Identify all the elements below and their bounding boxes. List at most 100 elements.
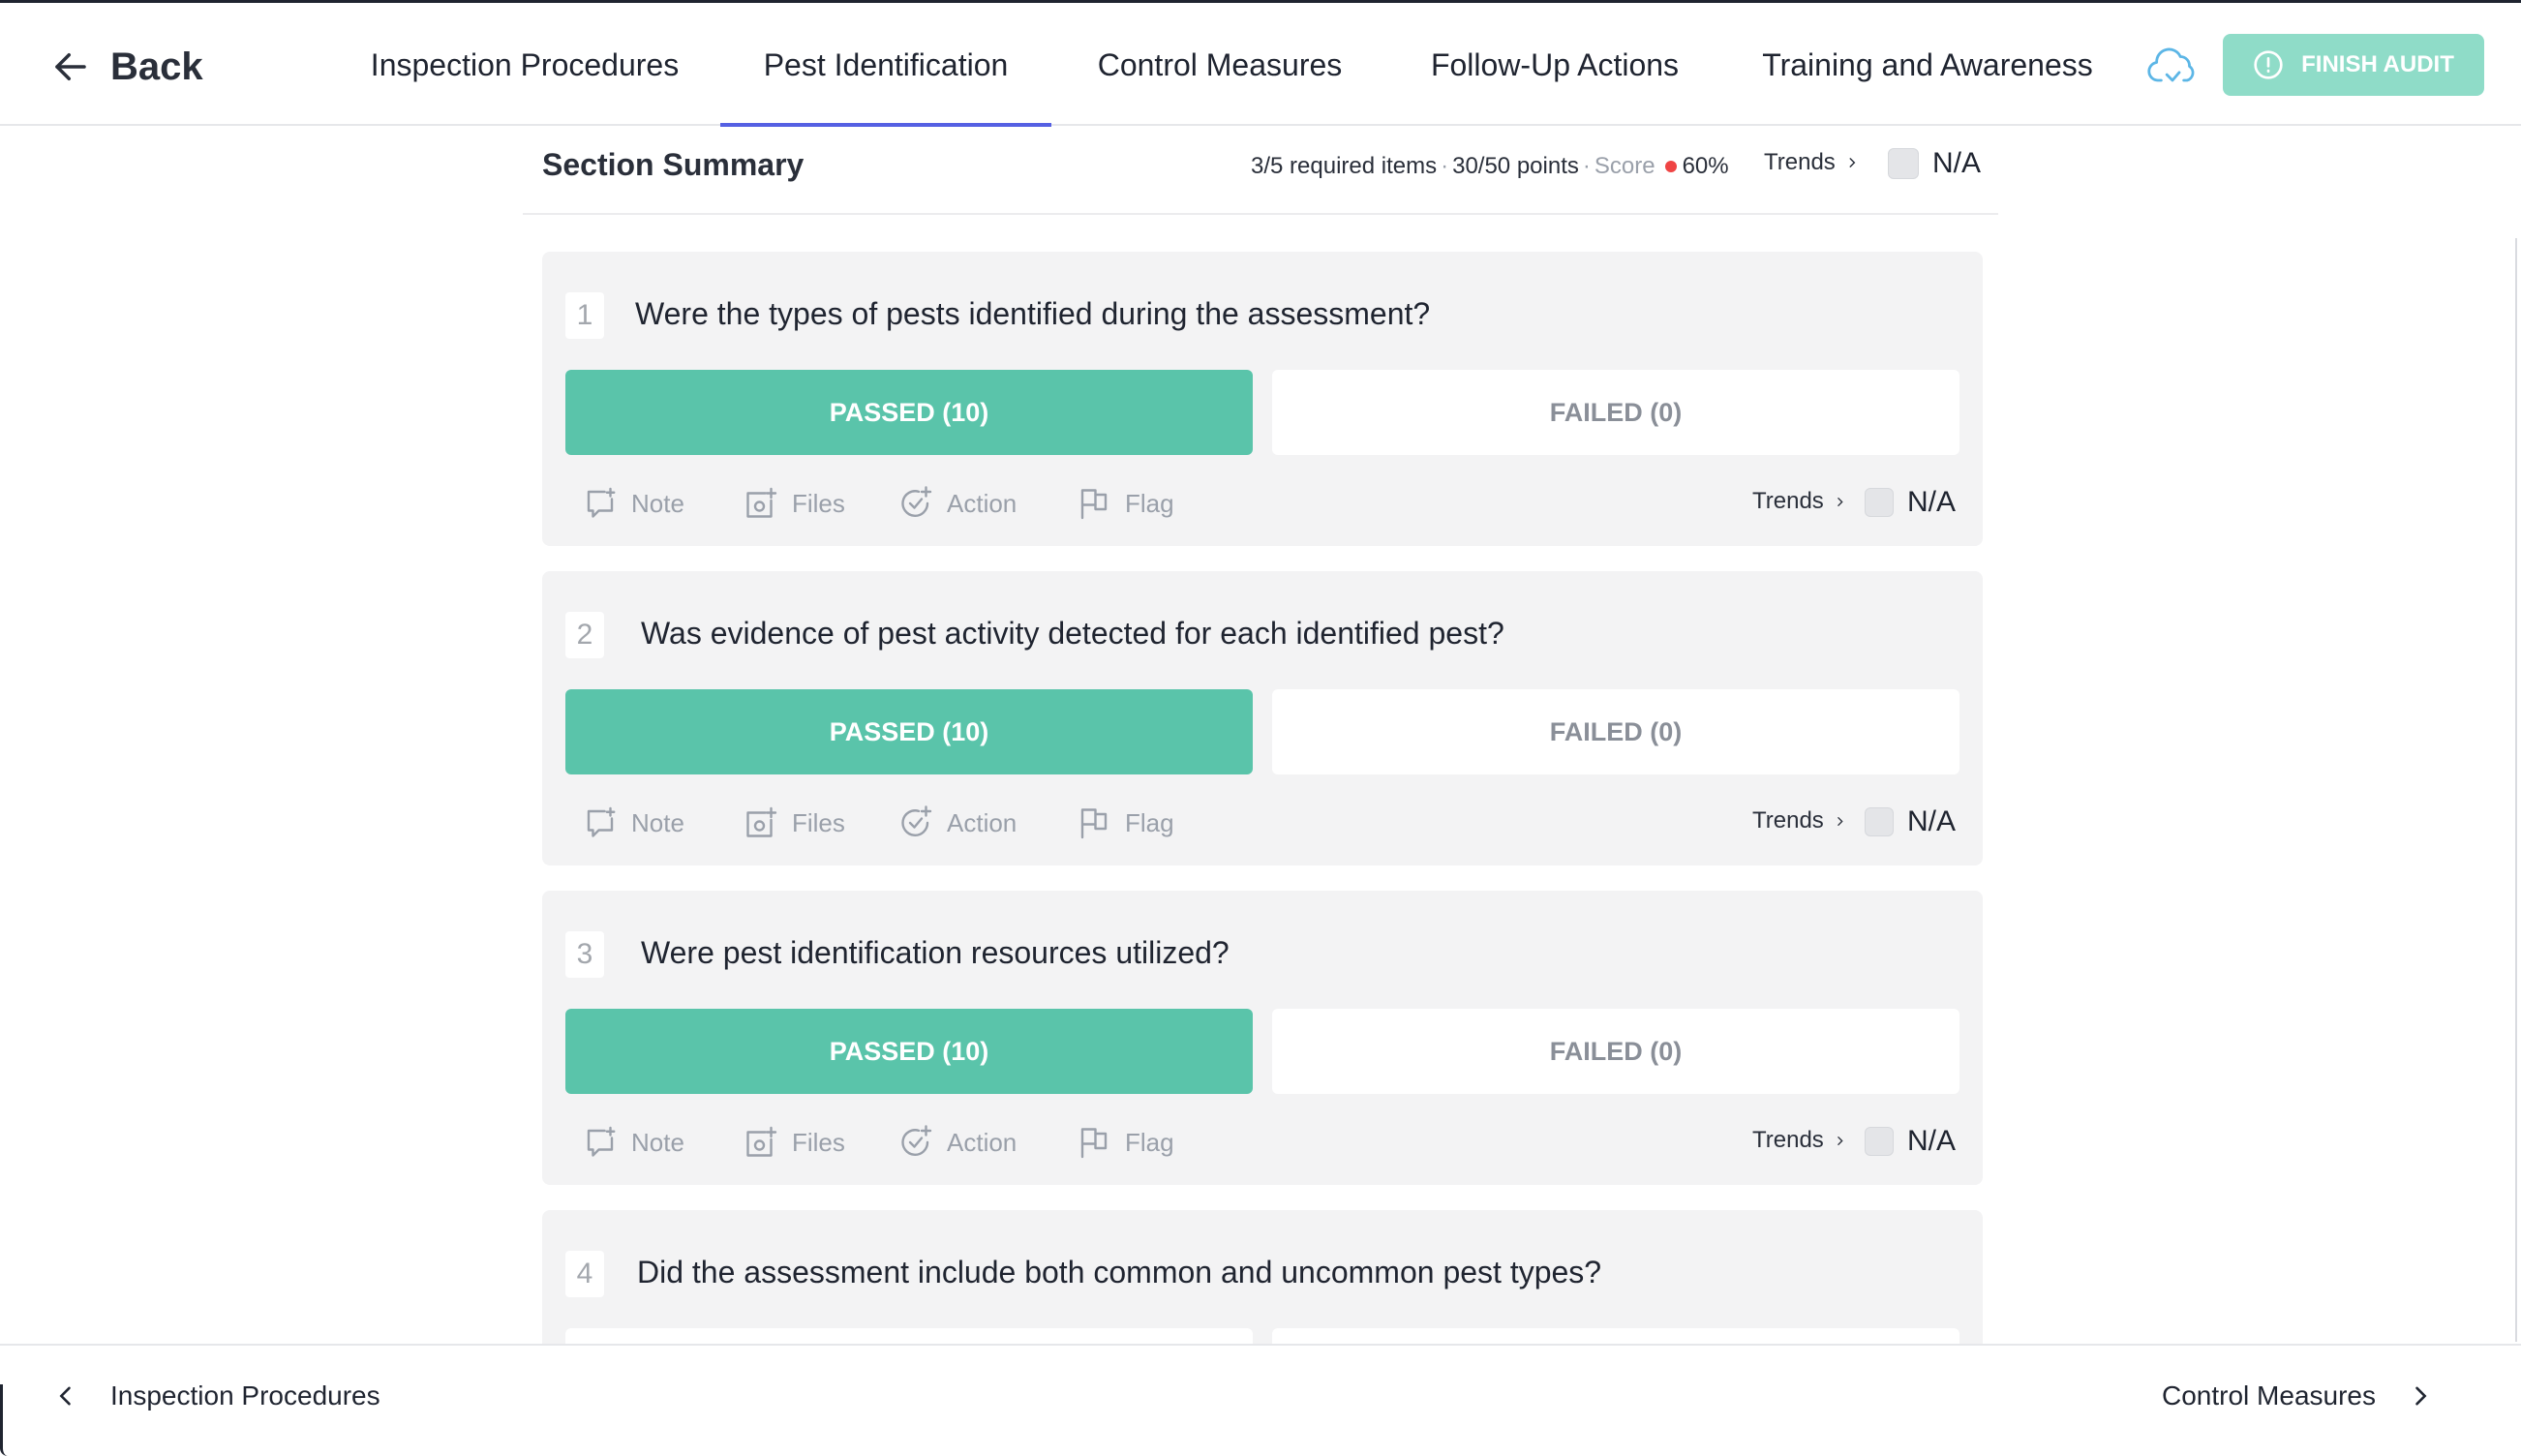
note-button[interactable]: Note (583, 804, 684, 842)
chevron-right-icon (1838, 816, 1843, 826)
na-checkbox[interactable] (1888, 148, 1919, 179)
question-card: 1 Were the types of pests identified dur… (542, 252, 1983, 546)
flag-label: Flag (1125, 1127, 1174, 1157)
trends-link[interactable]: Trends (1752, 807, 1846, 834)
action-button[interactable]: Action (898, 1123, 1017, 1162)
files-button[interactable]: Files (744, 1123, 845, 1162)
next-section-label: Control Measures (2162, 1380, 2376, 1410)
cloud-sync-icon[interactable] (2145, 44, 2200, 90)
na-checkbox[interactable] (1865, 807, 1894, 836)
separator: · (1441, 153, 1449, 179)
na-toggle[interactable]: N/A (1865, 486, 1956, 519)
flag-button[interactable]: Flag (1077, 804, 1174, 842)
failed-button[interactable]: FAILED (0) (1272, 689, 1959, 774)
finish-audit-label: FINISH AUDIT (2301, 51, 2454, 77)
question-text: Were pest identification resources utili… (641, 935, 1230, 970)
action-button[interactable]: Action (898, 484, 1017, 523)
chevron-right-icon (1849, 158, 1856, 167)
question-number: 2 (565, 612, 604, 658)
trends-link[interactable]: Trends (1752, 488, 1846, 515)
trends-label: Trends (1752, 488, 1824, 514)
question-card: 2 Was evidence of pest activity detected… (542, 571, 1983, 865)
scroll-edge (2515, 238, 2521, 1342)
files-button[interactable]: Files (744, 804, 845, 842)
tab-inspection-procedures[interactable]: Inspection Procedures (349, 3, 701, 127)
check-circle-add-icon (901, 1125, 932, 1156)
question-text: Did the assessment include both common a… (637, 1255, 1602, 1289)
next-section-button[interactable]: Control Measures (2162, 1380, 2434, 1411)
arrow-left-icon (55, 53, 86, 80)
na-toggle[interactable]: N/A (1865, 805, 1956, 838)
flag-button[interactable]: Flag (1077, 1123, 1174, 1162)
note-label: Note (631, 488, 684, 518)
action-label: Action (947, 807, 1018, 837)
note-label: Note (631, 807, 684, 837)
question-number: 1 (565, 292, 604, 339)
score-value: 60% (1682, 153, 1729, 179)
previous-section-button[interactable]: Inspection Procedures (52, 1380, 380, 1411)
section-summary: Section Summary 3/5 required items · 30/… (523, 130, 1998, 215)
alert-circle-icon (2254, 50, 2283, 79)
flag-label: Flag (1125, 488, 1174, 518)
na-label: N/A (1932, 147, 1982, 179)
action-button[interactable]: Action (898, 804, 1017, 842)
check-circle-add-icon (901, 486, 932, 517)
camera-add-icon (746, 487, 777, 518)
tab-pest-identification[interactable]: Pest Identification (720, 3, 1051, 127)
files-label: Files (792, 488, 845, 518)
points-total: 30/50 points (1452, 153, 1579, 179)
passed-button[interactable]: PASSED (10) (565, 689, 1253, 774)
flag-icon (1080, 808, 1108, 839)
section-summary-title: Section Summary (542, 147, 805, 182)
summary-na-toggle[interactable]: N/A (1888, 147, 1981, 180)
action-label: Action (947, 488, 1018, 518)
previous-section-label: Inspection Procedures (110, 1380, 380, 1410)
note-add-icon (587, 806, 616, 837)
na-toggle[interactable]: N/A (1865, 1125, 1956, 1158)
question-card: 3 Were pest identification resources uti… (542, 891, 1983, 1185)
action-label: Action (947, 1127, 1018, 1157)
question-text: Was evidence of pest activity detected f… (641, 616, 1504, 651)
finish-audit-button[interactable]: FINISH AUDIT (2223, 34, 2484, 96)
questions-list: 1 Were the types of pests identified dur… (0, 217, 2521, 1346)
window-corner (0, 1384, 8, 1456)
audit-page: Back Inspection Procedures Pest Identifi… (0, 0, 2521, 1456)
flag-button[interactable]: Flag (1077, 484, 1174, 523)
flag-icon (1080, 489, 1108, 520)
failed-button[interactable]: FAILED (0) (1272, 1009, 1959, 1094)
chevron-right-icon (1838, 1136, 1843, 1145)
question-number: 3 (565, 931, 604, 978)
chevron-right-icon (1838, 497, 1843, 506)
na-checkbox[interactable] (1865, 1127, 1894, 1156)
flag-label: Flag (1125, 807, 1174, 837)
note-label: Note (631, 1127, 684, 1157)
files-label: Files (792, 1127, 845, 1157)
trends-label: Trends (1764, 149, 1836, 175)
note-button[interactable]: Note (583, 484, 684, 523)
flag-icon (1080, 1128, 1108, 1159)
note-add-icon (587, 487, 616, 518)
files-label: Files (792, 807, 845, 837)
failed-button[interactable]: FAILED (0) (1272, 370, 1959, 455)
tab-training-and-awareness[interactable]: Training and Awareness (1743, 3, 2112, 127)
tab-control-measures[interactable]: Control Measures (1075, 3, 1365, 127)
summary-stats: 3/5 required items · 30/50 points · Scor… (1251, 153, 1729, 180)
passed-button[interactable]: PASSED (10) (565, 370, 1253, 455)
question-text: Were the types of pests identified durin… (635, 296, 1431, 331)
tab-follow-up-actions[interactable]: Follow-Up Actions (1410, 3, 1700, 127)
na-checkbox[interactable] (1865, 488, 1894, 517)
na-label: N/A (1907, 486, 1957, 518)
back-label: Back (110, 45, 203, 88)
camera-add-icon (746, 806, 777, 837)
files-button[interactable]: Files (744, 484, 845, 523)
trends-label: Trends (1752, 1127, 1824, 1153)
section-footer: Inspection Procedures Control Measures (0, 1344, 2521, 1456)
back-button[interactable]: Back (50, 40, 203, 94)
note-button[interactable]: Note (583, 1123, 684, 1162)
passed-button[interactable]: PASSED (10) (565, 1009, 1253, 1094)
chevron-left-icon (59, 1386, 71, 1406)
score-label: Score (1594, 153, 1655, 179)
trends-link[interactable]: Trends (1752, 1127, 1846, 1154)
question-card: 4 Did the assessment include both common… (542, 1210, 1983, 1346)
summary-trends-link[interactable]: Trends (1764, 149, 1859, 176)
